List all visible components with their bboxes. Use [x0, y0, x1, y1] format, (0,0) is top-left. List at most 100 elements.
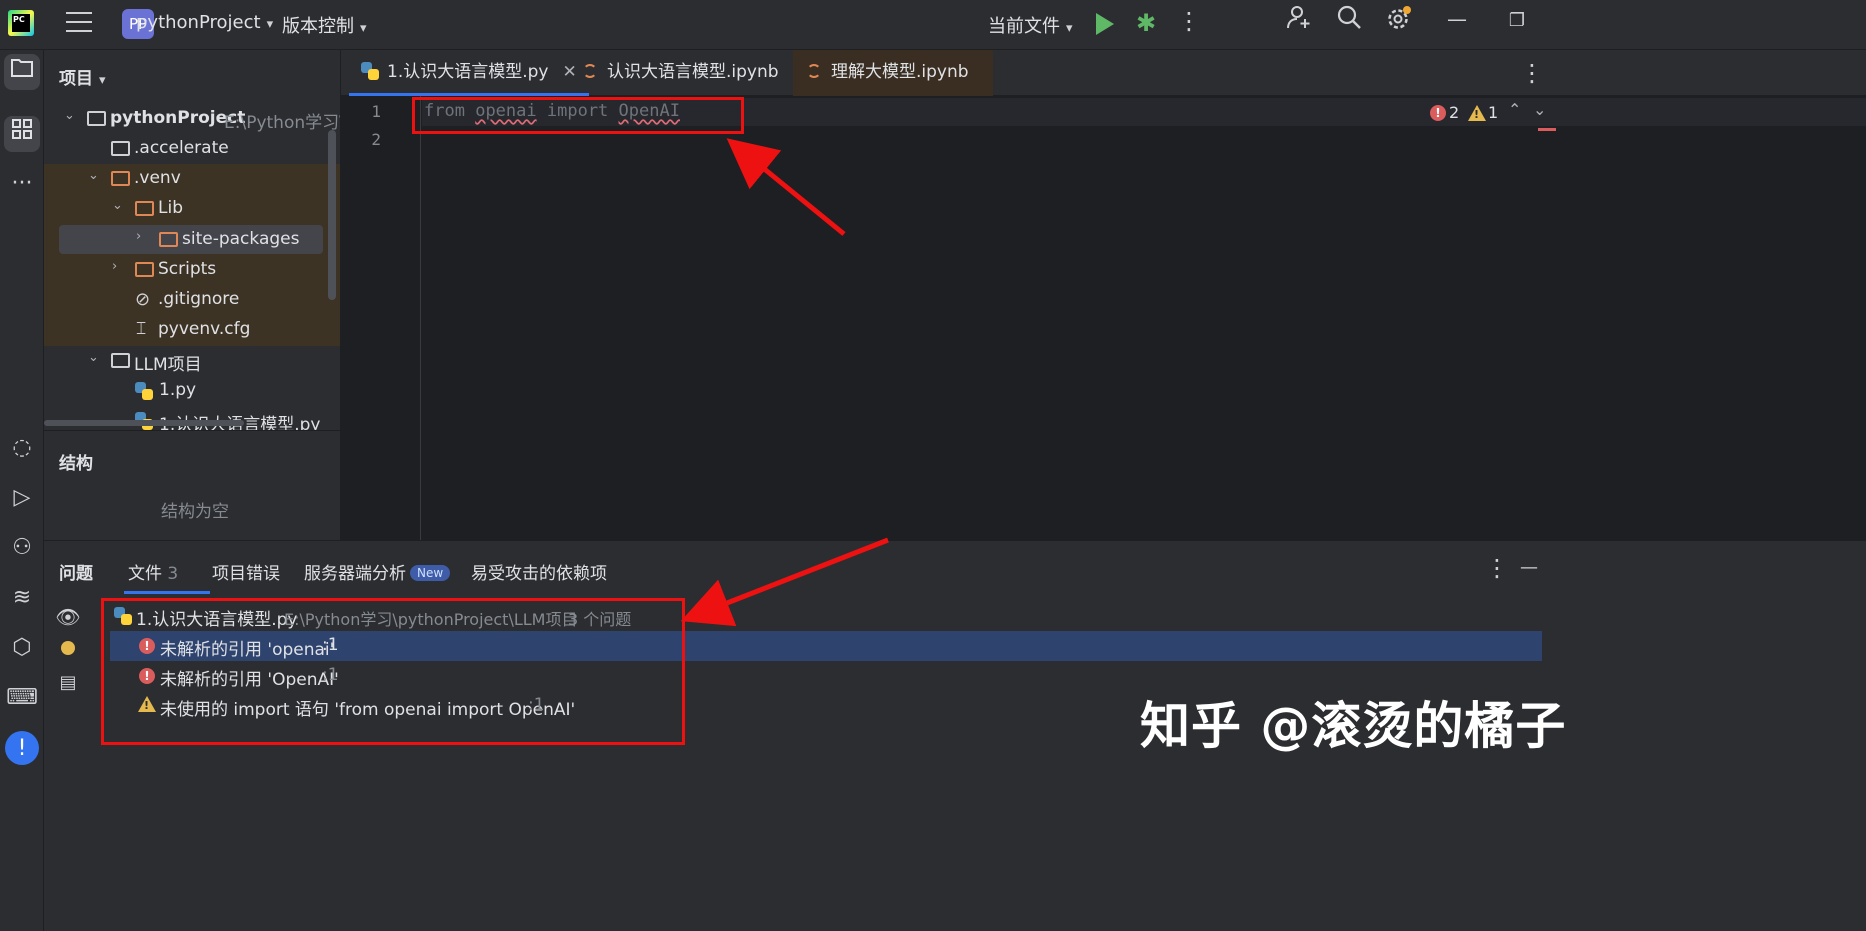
horizontal-scrollbar[interactable]	[44, 420, 244, 426]
tab-file[interactable]: 文件 3	[128, 559, 178, 584]
tree-label: Lib	[158, 198, 183, 218]
annotation-arrow-up	[726, 138, 846, 236]
debug-icon[interactable]: ✱	[1129, 6, 1163, 40]
tab-vulnerable-deps[interactable]: 易受攻击的依赖项	[471, 559, 607, 584]
tree-row-gitignore[interactable]: ⊘ .gitignore	[44, 285, 340, 315]
tab-llm-py[interactable]: 1.认识大语言模型.py ✕	[349, 50, 589, 96]
code-editor[interactable]	[341, 96, 1866, 540]
tab-ipynb-2[interactable]: 理解大模型.ipynb	[793, 50, 993, 96]
lightbulb-icon[interactable]	[61, 641, 75, 655]
tab-label: 理解大模型.ipynb	[831, 62, 969, 82]
chevron-up-icon[interactable]: ⌃	[1508, 100, 1521, 119]
tree-label: pyvenv.cfg	[158, 319, 251, 339]
vertical-scrollbar[interactable]	[328, 130, 336, 300]
title-bar: PC PP pythonProject ▾ 版本控制 ▾ 当前文件 ▾ ✱ ⋮ — ❐	[0, 0, 1866, 50]
python-packages-icon[interactable]: ⚇	[4, 530, 40, 566]
preview-icon[interactable]: ▤	[50, 665, 86, 701]
project-selector[interactable]: pythonProject ▾	[136, 12, 273, 33]
chevron-down-icon[interactable]: ⌄	[64, 108, 75, 123]
search-icon[interactable]	[1332, 4, 1366, 38]
chevron-right-icon[interactable]: ›	[112, 259, 117, 274]
hide-panel-icon[interactable]: —	[1512, 551, 1546, 585]
chevron-down-icon: ▾	[266, 17, 274, 32]
tab-label: 文件	[128, 564, 162, 584]
run-icon[interactable]	[1096, 13, 1114, 35]
error-icon: !	[1430, 105, 1446, 121]
minimize-icon[interactable]: —	[1440, 2, 1474, 36]
tree-label: 1.py	[159, 380, 197, 400]
problems-alert-icon[interactable]: !	[5, 731, 39, 765]
line-number: 2	[371, 130, 381, 149]
tree-row-site-packages[interactable]: › site-packages	[44, 225, 340, 255]
tree-label: .accelerate	[134, 138, 229, 158]
folder-icon	[135, 201, 154, 216]
tree-row-llm-project[interactable]: ⌄ LLM项目	[44, 346, 340, 376]
structure-icon[interactable]	[4, 116, 40, 152]
project-folder-icon[interactable]	[4, 54, 40, 90]
eye-icon[interactable]: 👁	[50, 599, 86, 635]
run-config-selector[interactable]: 当前文件 ▾	[988, 12, 1073, 38]
run-panel-icon[interactable]: ▷	[4, 480, 40, 516]
chevron-down-icon[interactable]: ⌄	[112, 198, 123, 213]
vcs-label: 版本控制	[282, 16, 354, 37]
logo-text: PC	[12, 14, 30, 32]
tree-row-accelerate[interactable]: .accelerate	[44, 134, 340, 164]
ignore-file-icon: ⊘	[135, 289, 151, 310]
line-gutter: 1 2	[341, 96, 421, 540]
chevron-down-icon: ▾	[360, 21, 367, 36]
tree-row-scripts[interactable]: › Scripts	[44, 255, 340, 285]
tab-label: 1.认识大语言模型.py	[387, 62, 549, 82]
tree-row-venv[interactable]: ⌄ .venv	[44, 164, 340, 194]
tree-row-lib[interactable]: ⌄ Lib	[44, 194, 340, 224]
tree-row-pythonproject[interactable]: ⌄ pythonProject E:\Python学习\p	[44, 104, 340, 134]
tab-count: 3	[167, 564, 179, 584]
chevron-down-icon[interactable]: ⌄	[88, 350, 99, 365]
folder-icon	[135, 262, 154, 277]
left-tool-strip: ··· ◌ ▷ ⚇ ≋ ⬡ ⌨ !	[0, 50, 44, 931]
services-icon[interactable]: ⬡	[4, 630, 40, 666]
jupyter-notebook-icon	[807, 64, 821, 78]
tree-row-pyvenv-cfg[interactable]: ⌶ pyvenv.cfg	[44, 315, 340, 345]
chevron-down-icon[interactable]: ⌄	[88, 168, 99, 183]
editor-tab-bar: 1.认识大语言模型.py ✕ 认识大语言模型.ipynb 理解大模型.ipynb …	[341, 50, 1866, 96]
python-file-icon	[135, 382, 153, 400]
warning-icon: !	[1468, 105, 1486, 121]
error-stripe-marker[interactable]	[1538, 128, 1556, 131]
annotation-arrow-left	[680, 537, 889, 627]
folder-icon	[159, 232, 178, 247]
tab-server-analysis[interactable]: 服务器端分析 New	[304, 559, 451, 584]
inspection-widget[interactable]: ! 2 ! 1 ⌃ ⌄	[1420, 100, 1556, 126]
main-menu-icon[interactable]	[66, 12, 92, 34]
terminal-icon[interactable]: ⌨	[4, 680, 40, 716]
chevron-right-icon[interactable]: ›	[136, 229, 141, 244]
jupyter-notebook-icon	[583, 64, 597, 78]
layers-icon[interactable]: ≋	[4, 580, 40, 616]
project-panel-title: 项目	[59, 69, 93, 89]
tab-label: 服务器端分析	[304, 564, 406, 584]
warning-count: 1	[1488, 103, 1499, 122]
folder-icon	[111, 141, 130, 156]
tab-project-errors[interactable]: 项目错误	[212, 559, 280, 584]
python-console-icon[interactable]: ◌	[4, 430, 40, 466]
tabs-more-icon[interactable]: ⋮	[1515, 56, 1549, 90]
settings-gear-icon[interactable]	[1382, 4, 1416, 38]
new-badge: New	[410, 565, 451, 581]
more-tools-icon[interactable]: ···	[4, 166, 40, 202]
run-config-label: 当前文件	[988, 16, 1060, 37]
panel-more-icon[interactable]: ⋮	[1480, 551, 1514, 585]
vcs-menu[interactable]: 版本控制 ▾	[282, 12, 367, 38]
tree-label: .gitignore	[158, 289, 240, 309]
folder-icon	[87, 111, 106, 126]
chevron-down-icon[interactable]: ⌄	[1533, 100, 1546, 119]
restore-window-icon[interactable]: ❐	[1500, 4, 1534, 38]
tab-ipynb-1[interactable]: 认识大语言模型.ipynb	[571, 50, 791, 96]
problems-title: 问题	[59, 564, 93, 584]
pycharm-logo-icon: PC	[8, 10, 34, 36]
watermark: 知乎 @滚烫的橘子	[1140, 697, 1567, 755]
tree-row-1-py[interactable]: 1.py	[44, 376, 340, 406]
folder-icon	[111, 353, 130, 368]
project-panel-header[interactable]: 项目 ▾	[59, 64, 106, 89]
error-count: 2	[1449, 103, 1460, 122]
add-user-icon[interactable]	[1282, 4, 1316, 38]
more-vertical-icon[interactable]: ⋮	[1172, 4, 1206, 38]
